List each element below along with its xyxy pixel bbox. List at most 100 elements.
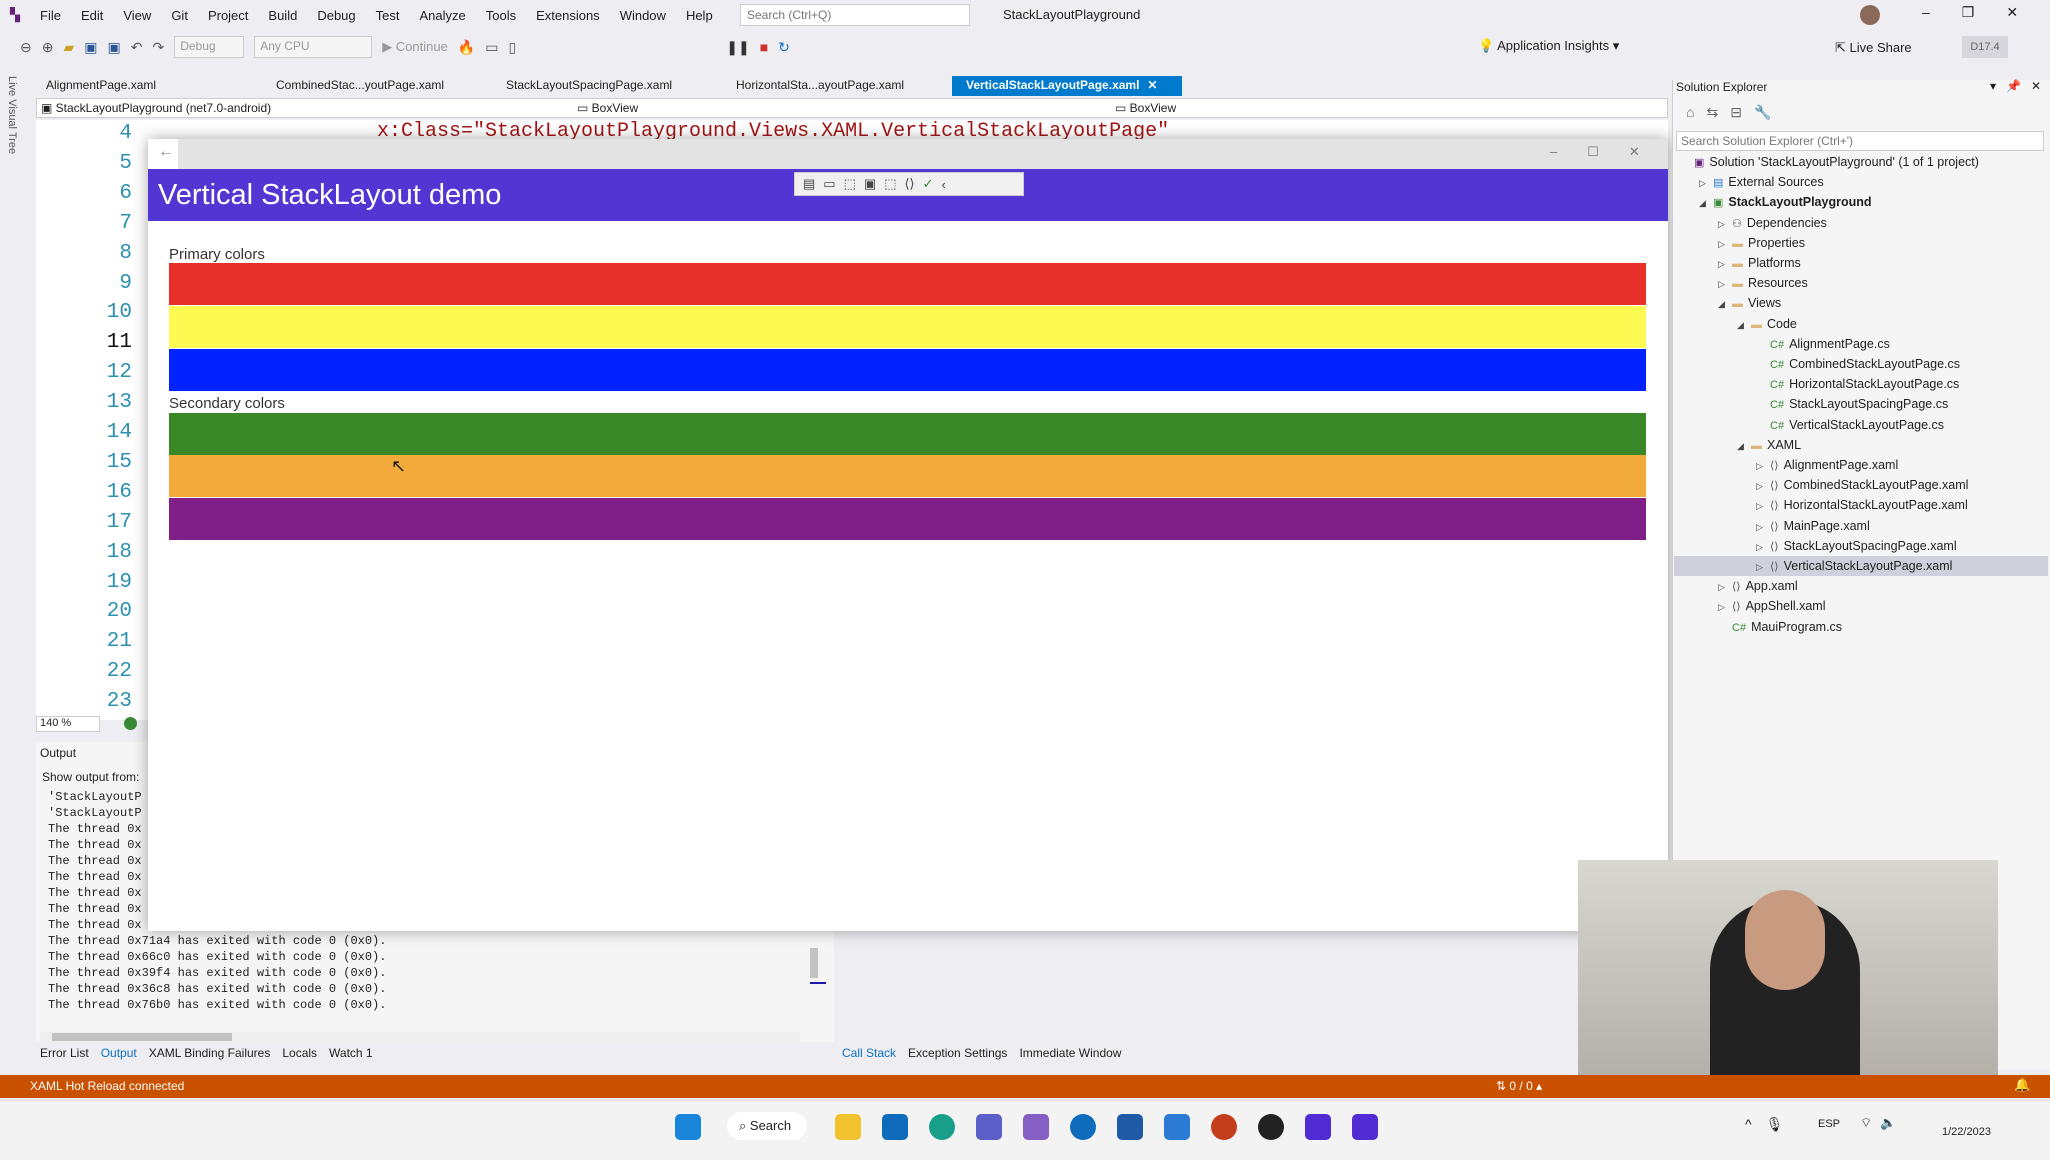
bottom-tab-exception-settings[interactable]: Exception Settings	[908, 1046, 1007, 1060]
continue-button[interactable]: ▶ Continue	[382, 39, 448, 55]
expand-arrow-icon[interactable]: ▷	[1756, 456, 1770, 476]
menu-project[interactable]: Project	[198, 8, 258, 23]
bottom-tab-immediate-window[interactable]: Immediate Window	[1019, 1046, 1121, 1060]
powerpoint-icon[interactable]	[1211, 1114, 1237, 1140]
tree-item[interactable]: ▷ ⚇ Dependencies	[1718, 213, 1827, 233]
tree-item[interactable]: ◢ ▣ StackLayoutPlayground	[1699, 192, 1872, 212]
member-dropdown[interactable]: ▭ BoxView	[577, 101, 638, 115]
collapse-icon[interactable]: ‹	[942, 177, 946, 192]
expand-arrow-icon[interactable]: ▷	[1756, 557, 1770, 577]
git-status[interactable]: ⇅ 0 / 0 ▴	[1496, 1079, 1542, 1093]
tree-item[interactable]: C# AlignmentPage.cs	[1756, 334, 1890, 354]
tree-item[interactable]: C# MauiProgram.cs	[1718, 617, 1842, 637]
expand-arrow-icon[interactable]: ▷	[1756, 537, 1770, 557]
tab-2[interactable]: StackLayoutSpacingPage.xaml	[492, 76, 722, 96]
menu-file[interactable]: File	[30, 8, 71, 23]
expand-arrow-icon[interactable]: ▷	[1718, 254, 1732, 274]
pin-icon[interactable]: 📌	[2006, 79, 2021, 93]
tree-item[interactable]: ▷ ⟨⟩ AlignmentPage.xaml	[1756, 455, 1898, 475]
outlook-icon[interactable]	[882, 1114, 908, 1140]
tree-item[interactable]: C# StackLayoutSpacingPage.cs	[1756, 394, 1948, 414]
bottom-tab-locals[interactable]: Locals	[282, 1046, 317, 1060]
expand-arrow-icon[interactable]: ◢	[1718, 294, 1732, 314]
config-select[interactable]: Debug	[174, 36, 245, 58]
tree-item[interactable]: ◢ ▬ Views	[1718, 293, 1781, 313]
expand-arrow-icon[interactable]: ▷	[1699, 173, 1713, 193]
horizontal-scrollbar[interactable]	[40, 1032, 800, 1042]
edge-icon[interactable]	[929, 1114, 955, 1140]
back-icon[interactable]: ⊖	[20, 39, 32, 56]
close-panel-icon[interactable]: ✕	[2031, 79, 2041, 93]
expand-arrow-icon[interactable]: ◢	[1737, 315, 1751, 335]
tab-3[interactable]: HorizontalSta...ayoutPage.xaml	[722, 76, 952, 96]
tree-item[interactable]: ▷ ▬ Resources	[1718, 273, 1808, 293]
search-input[interactable]: Search (Ctrl+Q)	[740, 4, 970, 26]
device-icon[interactable]: ▯	[509, 39, 517, 56]
version-badge[interactable]: D17.4	[1962, 36, 2008, 58]
clock[interactable]: 1/22/2023	[1942, 1126, 1991, 1138]
tree-item[interactable]: ▷ ▤ External Sources	[1699, 172, 1824, 192]
menu-tools[interactable]: Tools	[476, 8, 526, 23]
menu-build[interactable]: Build	[258, 8, 307, 23]
adorners-icon[interactable]: ▣	[864, 176, 876, 192]
menu-test[interactable]: Test	[366, 8, 410, 23]
chevron-up-icon[interactable]: ^	[1745, 1116, 1752, 1133]
tree-item[interactable]: ▷ ▬ Properties	[1718, 233, 1805, 253]
forward-icon[interactable]: ⊕	[42, 39, 54, 56]
menu-git[interactable]: Git	[161, 8, 198, 23]
collapse-all-icon[interactable]: ⊟	[1730, 104, 1742, 121]
home-icon[interactable]: ⌂	[1686, 104, 1694, 121]
notification-bell-icon[interactable]: 🔔	[2014, 1077, 2030, 1093]
expand-arrow-icon[interactable]: ▷	[1718, 234, 1732, 254]
menu-window[interactable]: Window	[610, 8, 676, 23]
back-arrow-icon[interactable]: ←	[158, 143, 174, 161]
expand-arrow-icon[interactable]: ▷	[1718, 214, 1732, 234]
menu-debug[interactable]: Debug	[307, 8, 365, 23]
visual-studio-preview-icon[interactable]	[1023, 1114, 1049, 1140]
expand-arrow-icon[interactable]: ▷	[1718, 577, 1732, 597]
restart-icon[interactable]: ↻	[778, 39, 790, 56]
undo-icon[interactable]: ↶	[131, 39, 143, 56]
redo-icon[interactable]: ↷	[152, 39, 164, 56]
menu-extensions[interactable]: Extensions	[526, 8, 610, 23]
tree-item[interactable]: C# HorizontalStackLayoutPage.cs	[1756, 374, 1959, 394]
sync-icon[interactable]: ⇆	[1706, 104, 1718, 121]
teams-icon[interactable]	[976, 1114, 1002, 1140]
menu-view[interactable]: View	[113, 8, 161, 23]
minimize-button[interactable]: –	[1922, 4, 1930, 21]
tree-item[interactable]: ◢ ▬ XAML	[1737, 435, 1801, 455]
select-element-icon[interactable]: ⬚	[844, 176, 856, 192]
tab-close-icon[interactable]: ✕	[1147, 78, 1157, 92]
tree-item[interactable]: ▷ ⟨⟩ CombinedStackLayoutPage.xaml	[1756, 475, 1968, 495]
bottom-tab-output[interactable]: Output	[101, 1046, 137, 1060]
file-explorer-icon[interactable]	[835, 1114, 861, 1140]
expand-arrow-icon[interactable]: ▷	[1756, 496, 1770, 516]
tree-item[interactable]: ▷ ⟨⟩ StackLayoutSpacingPage.xaml	[1756, 536, 1957, 556]
taskbar-search[interactable]: ⌕ Search	[727, 1112, 807, 1140]
bottom-tab-watch-1[interactable]: Watch 1	[329, 1046, 373, 1060]
bottom-tab-call-stack[interactable]: Call Stack	[842, 1046, 896, 1060]
close-button[interactable]: ✕	[2006, 4, 2018, 21]
properties-icon[interactable]: 🔧	[1754, 104, 1771, 121]
app-minimize-button[interactable]: –	[1550, 144, 1557, 160]
expand-arrow-icon[interactable]: ▷	[1756, 517, 1770, 537]
solution-search-input[interactable]: Search Solution Explorer (Ctrl+')	[1676, 131, 2044, 151]
tree-item[interactable]: ▷ ⟨⟩ App.xaml	[1718, 576, 1798, 596]
tab-4[interactable]: VerticalStackLayoutPage.xaml ✕	[952, 76, 1182, 96]
app-close-button[interactable]: ✕	[1629, 144, 1640, 160]
maps-icon[interactable]	[1070, 1114, 1096, 1140]
save-all-icon[interactable]: ▣	[107, 39, 120, 56]
record-icon[interactable]: ▭	[823, 176, 835, 192]
start-icon[interactable]	[675, 1114, 701, 1140]
binding-icon[interactable]: ⟨⟩	[904, 176, 914, 192]
expand-arrow-icon[interactable]: ◢	[1699, 193, 1713, 213]
zoom-select[interactable]: 140 %	[36, 716, 100, 732]
expand-arrow-icon[interactable]: ◢	[1737, 436, 1751, 456]
open-icon[interactable]: ▰	[63, 39, 74, 56]
tree-item[interactable]: ▣ Solution 'StackLayoutPlayground' (1 of …	[1680, 152, 1979, 172]
member-dropdown-2[interactable]: ▭ BoxView	[1115, 101, 1176, 115]
tab-1[interactable]: CombinedStac...youtPage.xaml	[262, 76, 492, 96]
project-dropdown[interactable]: ▣ StackLayoutPlayground (net7.0-android)	[41, 101, 271, 115]
stop-icon[interactable]: ■	[760, 39, 768, 55]
track-focus-icon[interactable]: ⬚	[884, 176, 896, 192]
